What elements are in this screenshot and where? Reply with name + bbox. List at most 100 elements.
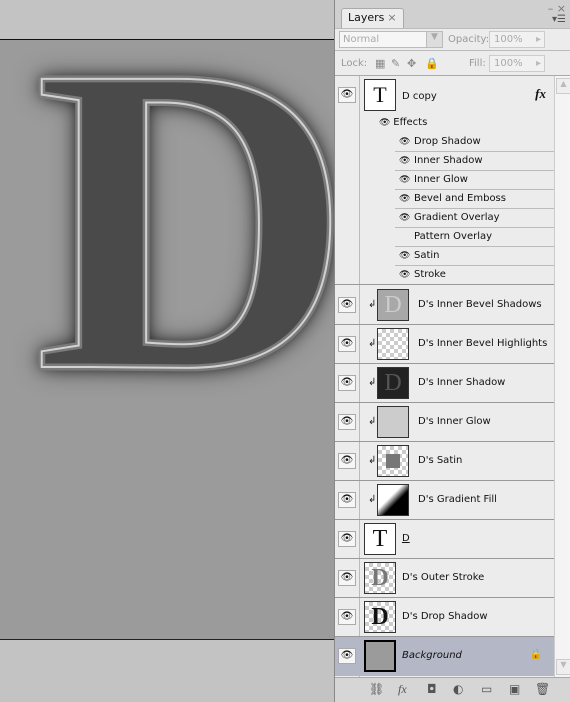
link-layers-icon[interactable]: ⛓ bbox=[369, 682, 384, 696]
fill-field[interactable]: 100% ▸ bbox=[489, 55, 545, 72]
chevron-down-icon[interactable]: ▼ bbox=[426, 31, 443, 48]
new-group-icon[interactable]: ▭ bbox=[481, 682, 492, 696]
effect-item[interactable]: 👁 Inner Glow bbox=[395, 171, 554, 190]
lock-brush-icon[interactable]: ✎ bbox=[391, 57, 400, 70]
eye-icon[interactable]: 👁 bbox=[399, 247, 410, 265]
opacity-value: 100% bbox=[494, 34, 523, 45]
lock-label: Lock: bbox=[341, 58, 368, 69]
scroll-down-button[interactable]: ▼ bbox=[556, 659, 570, 675]
layer-name[interactable]: D's Inner Shadow bbox=[418, 377, 505, 388]
layer-name[interactable]: D's Drop Shadow bbox=[402, 611, 488, 622]
eye-icon[interactable]: 👁 bbox=[338, 648, 356, 664]
layer-thumbnail: D bbox=[377, 367, 409, 399]
fill-value: 100% bbox=[494, 58, 523, 69]
layer-name[interactable]: D's Inner Bevel Highlights bbox=[418, 338, 547, 349]
layers-toolbar: ⛓ fx ◘ ◐ ▭ ▣ 🗑 bbox=[335, 677, 570, 702]
eye-icon[interactable]: 👁 bbox=[399, 266, 410, 284]
effect-item[interactable]: 👁 Gradient Overlay bbox=[395, 209, 554, 228]
layer-name[interactable]: D bbox=[402, 533, 410, 544]
effects-header[interactable]: 👁 Effects bbox=[379, 117, 427, 128]
layer-row[interactable]: 👁 ↲ D's Satin bbox=[335, 442, 554, 481]
effect-name: Stroke bbox=[414, 269, 446, 280]
lock-icon: 🔒 bbox=[529, 649, 542, 660]
eye-icon[interactable]: 👁 bbox=[399, 171, 410, 189]
effect-name: Satin bbox=[414, 250, 440, 261]
new-layer-icon[interactable]: ▣ bbox=[509, 682, 520, 696]
eye-icon[interactable]: 👁 bbox=[338, 453, 356, 469]
lock-move-icon[interactable]: ✥ bbox=[407, 57, 416, 70]
clip-arrow-icon: ↲ bbox=[368, 299, 377, 310]
add-style-icon[interactable]: fx bbox=[398, 682, 407, 697]
layer-row[interactable]: 👁 D D's Drop Shadow bbox=[335, 598, 554, 637]
clip-arrow-icon: ↲ bbox=[368, 377, 377, 388]
layer-name[interactable]: D's Satin bbox=[418, 455, 462, 466]
layer-thumbnail: T bbox=[364, 523, 396, 555]
eye-icon[interactable]: 👁 bbox=[338, 87, 356, 103]
adjustment-layer-icon[interactable]: ◐ bbox=[453, 682, 463, 696]
effect-name: Inner Glow bbox=[414, 174, 468, 185]
effect-name: Gradient Overlay bbox=[414, 212, 500, 223]
layer-row[interactable]: 👁 D D's Outer Stroke bbox=[335, 559, 554, 598]
canvas-letter-highlight: D bbox=[33, 39, 334, 463]
layer-name[interactable]: D's Inner Glow bbox=[418, 416, 491, 427]
arrow-right-icon[interactable]: ▸ bbox=[536, 58, 541, 69]
eye-icon[interactable]: 👁 bbox=[379, 118, 393, 128]
eye-icon[interactable]: 👁 bbox=[399, 209, 410, 227]
layer-thumbnail: D bbox=[377, 289, 409, 321]
layer-row[interactable]: 👁 ↲ D D's Inner Bevel Shadows bbox=[335, 286, 554, 325]
tab-layers[interactable]: Layers × bbox=[341, 8, 404, 28]
layer-name[interactable]: D's Outer Stroke bbox=[402, 572, 484, 583]
layer-row[interactable]: 👁 T D copy fx 👁 Effects 👁 Drop Shadow 👁 In… bbox=[335, 76, 554, 285]
clip-arrow-icon: ↲ bbox=[368, 455, 377, 466]
eye-icon[interactable]: 👁 bbox=[338, 375, 356, 391]
close-tab-icon[interactable]: × bbox=[387, 11, 396, 24]
layer-row[interactable]: 👁 ↲ D D's Inner Shadow bbox=[335, 364, 554, 403]
arrow-right-icon[interactable]: ▸ bbox=[536, 34, 541, 45]
layer-name[interactable]: Background bbox=[402, 650, 462, 661]
eye-icon[interactable]: 👁 bbox=[338, 570, 356, 586]
opacity-field[interactable]: 100% ▸ bbox=[489, 31, 545, 48]
panel-menu-icon[interactable]: ▾☰ bbox=[552, 14, 566, 25]
layer-thumbnail: T bbox=[364, 79, 396, 111]
eye-icon[interactable]: 👁 bbox=[399, 133, 410, 151]
tab-label: Layers bbox=[348, 11, 385, 24]
eye-icon[interactable]: 👁 bbox=[338, 492, 356, 508]
eye-icon[interactable]: 👁 bbox=[338, 414, 356, 430]
opacity-label: Opacity: bbox=[448, 34, 490, 45]
lock-transparency-icon[interactable]: ▦ bbox=[375, 57, 385, 70]
layer-thumbnail bbox=[377, 445, 409, 477]
layer-name[interactable]: D's Gradient Fill bbox=[418, 494, 497, 505]
layer-thumbnail bbox=[377, 484, 409, 516]
layer-row[interactable]: 👁 ↲ D's Gradient Fill bbox=[335, 481, 554, 520]
layer-row[interactable]: 👁 ↲ D's Inner Bevel Highlights bbox=[335, 325, 554, 364]
scroll-up-button[interactable]: ▲ bbox=[556, 78, 570, 94]
fx-icon[interactable]: fx bbox=[535, 86, 546, 102]
effect-item[interactable]: 👁 Bevel and Emboss bbox=[395, 190, 554, 209]
effect-item[interactable]: 👁 Drop Shadow bbox=[395, 133, 554, 152]
layer-thumbnail bbox=[377, 328, 409, 360]
effect-item[interactable]: 👁 Inner Shadow bbox=[395, 152, 554, 171]
effects-label: Effects bbox=[393, 117, 428, 128]
effect-name: Bevel and Emboss bbox=[414, 193, 506, 204]
lock-all-icon[interactable]: 🔒 bbox=[425, 57, 439, 70]
eye-icon[interactable]: 👁 bbox=[338, 297, 356, 313]
effect-item[interactable]: 👁 Satin bbox=[395, 247, 554, 266]
add-mask-icon[interactable]: ◘ bbox=[427, 682, 437, 696]
document-canvas[interactable]: D D bbox=[0, 39, 334, 640]
trash-icon[interactable]: 🗑 bbox=[535, 682, 550, 696]
eye-icon[interactable]: 👁 bbox=[338, 336, 356, 352]
layer-thumbnail: D bbox=[364, 562, 396, 594]
layer-row[interactable]: 👁 T D bbox=[335, 520, 554, 559]
eye-icon[interactable]: 👁 bbox=[399, 190, 410, 208]
layer-name[interactable]: D copy bbox=[402, 91, 437, 102]
layer-name[interactable]: D's Inner Bevel Shadows bbox=[418, 299, 542, 310]
layer-row[interactable]: 👁 ↲ D's Inner Glow bbox=[335, 403, 554, 442]
eye-icon[interactable]: 👁 bbox=[338, 609, 356, 625]
layers-scrollbar[interactable]: ▲ ▼ bbox=[554, 76, 570, 677]
effect-item[interactable]: 👁 Stroke bbox=[395, 266, 554, 285]
eye-icon[interactable]: 👁 bbox=[338, 531, 356, 547]
effect-item[interactable]: Pattern Overlay bbox=[395, 228, 554, 247]
layer-row-selected[interactable]: 👁 Background 🔒 bbox=[335, 637, 554, 676]
clip-arrow-icon: ↲ bbox=[368, 494, 377, 505]
eye-icon[interactable]: 👁 bbox=[399, 152, 410, 170]
